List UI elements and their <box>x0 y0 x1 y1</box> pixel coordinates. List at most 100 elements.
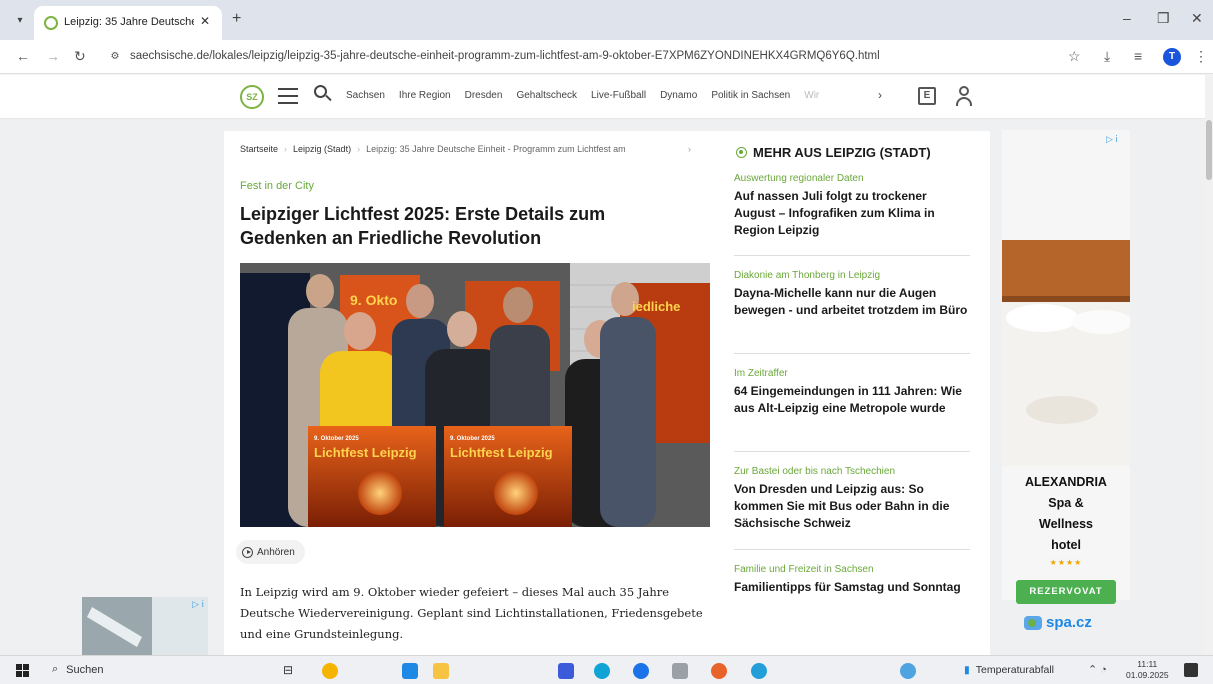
article-hero-image[interactable]: 9. Oktober 2025 Lichtfest Leipzig 9. Okt… <box>240 263 710 527</box>
ad-brand-logo[interactable]: spa.cz <box>1024 614 1092 631</box>
nav-item-dynamo[interactable]: Dynamo <box>660 90 697 101</box>
sidebar-divider <box>734 549 970 550</box>
article-headline: Leipziger Lichtfest 2025: Erste Details … <box>240 204 606 248</box>
poster-date-right: 9. Oktober 2025 <box>450 436 495 442</box>
chrome-icon[interactable] <box>322 663 338 679</box>
nav-item-politik[interactable]: Politik in Sachsen <box>711 90 790 101</box>
nav-item-gehaltscheck[interactable]: Gehaltscheck <box>516 90 577 101</box>
close-window-icon[interactable]: ✕ <box>1191 10 1203 27</box>
minimize-icon[interactable]: – <box>1123 10 1131 26</box>
nav-item-dresden[interactable]: Dresden <box>465 90 503 101</box>
ad-brand-text: spa.cz <box>1046 614 1092 631</box>
ad-small-photo <box>82 597 208 655</box>
sidebar-item-kicker: Zur Bastei oder bis nach Tschechien <box>734 466 896 477</box>
ad-name-line: Spa & <box>1048 496 1084 510</box>
tray-app-icon[interactable] <box>900 663 916 679</box>
url-field[interactable]: saechsische.de/lokales/leipzig/leipzig-3… <box>130 50 1030 62</box>
user-account-icon[interactable] <box>955 86 973 106</box>
sidebar-item[interactable]: Familie und Freizeit in Sachsen Familien… <box>734 564 970 596</box>
sidebar-item-title[interactable]: 64 Eingemeindungen in 111 Jahren: Wie au… <box>734 383 970 417</box>
ad-book-button[interactable]: REZERVOVAT <box>1016 580 1116 604</box>
address-bar-row: ← → ↻ ⚙ saechsische.de/lokales/leipzig/l… <box>0 40 1213 74</box>
ad-choices-icon[interactable]: ▷ ⅰ <box>1106 134 1118 145</box>
listen-button[interactable]: Anhören <box>236 540 305 564</box>
epaper-icon[interactable]: E <box>918 87 936 105</box>
weather-icon: ▮ <box>964 664 970 676</box>
breadcrumb-current: Leipzig: 35 Jahre Deutsche Einheit - Pro… <box>366 144 626 154</box>
menu-hamburger-icon[interactable] <box>278 88 298 104</box>
firefox-icon[interactable] <box>711 663 727 679</box>
nav-item-sachsen[interactable]: Sachsen <box>346 90 385 101</box>
breadcrumb-section[interactable]: Leipzig (Stadt) <box>293 144 351 154</box>
reading-list-icon[interactable]: ≡ <box>1134 48 1142 64</box>
nav-item-ihre-region[interactable]: Ihre Region <box>399 90 451 101</box>
reload-icon[interactable]: ↻ <box>74 48 86 65</box>
poster-date-left: 9. Oktober 2025 <box>314 436 359 442</box>
article-kicker: Fest in der City <box>240 180 314 192</box>
ad-name-line: hotel <box>1051 538 1081 552</box>
sidebar-item-title[interactable]: Dayna-Michelle kann nur die Augen bewege… <box>734 285 970 319</box>
taskbar-weather[interactable]: ▮ Temperaturabfall <box>964 664 1054 676</box>
tab-close-icon[interactable]: ✕ <box>200 14 210 28</box>
scrollbar-thumb[interactable] <box>1206 120 1212 180</box>
tab-favicon-icon <box>44 16 58 30</box>
site-info-icon[interactable]: ⚙ <box>106 48 124 66</box>
sidebar-item-title[interactable]: Auf nassen Juli folgt zu trockener Augus… <box>734 188 970 239</box>
store-icon[interactable] <box>402 663 418 679</box>
nav-item-wir[interactable]: Wir <box>804 90 819 101</box>
ad-star-rating: ★★★★ <box>1049 558 1083 567</box>
new-tab-button[interactable]: + <box>232 10 241 28</box>
ad-hotel-photo <box>1002 240 1130 466</box>
browser-tab[interactable]: Leipzig: 35 Jahre Deutsche Einh ✕ <box>34 6 222 40</box>
tray-chevron-icon[interactable]: ⌃ ◔ <box>1088 663 1107 676</box>
app-circle-icon[interactable] <box>633 663 649 679</box>
banner-text-right: iedliche <box>632 299 680 314</box>
restore-icon[interactable]: ❐ <box>1157 10 1170 27</box>
sidebar-item[interactable]: Im Zeitraffer 64 Eingemeindungen in 111 … <box>734 368 970 417</box>
article-lead: In Leipzig wird am 9. Oktober wieder gef… <box>240 585 703 641</box>
bookmark-star-icon[interactable]: ☆ <box>1068 48 1081 65</box>
telegram-icon[interactable] <box>751 663 767 679</box>
ad-banner-hotel[interactable]: ▷ ⅰ ALEXANDRIA Spa & Wellness hotel ★★★★… <box>1002 130 1130 631</box>
tab-title: Leipzig: 35 Jahre Deutsche Einh <box>64 16 194 28</box>
banner-text-left: 9. Okto <box>350 292 397 308</box>
taskbar-clock[interactable]: 11:11 01.09.2025 <box>1126 659 1169 681</box>
ad-choices-icon[interactable]: ▷ ⅰ <box>192 599 204 610</box>
nav-scroll-right-icon[interactable]: › <box>878 88 882 102</box>
search-icon[interactable] <box>314 85 332 103</box>
sidebar-divider <box>734 353 970 354</box>
breadcrumb-separator: › <box>357 144 361 154</box>
file-explorer-icon[interactable] <box>433 663 449 679</box>
breadcrumb-expand-icon[interactable]: › <box>688 144 691 154</box>
task-view-icon[interactable]: ⊟ <box>283 663 299 679</box>
sidebar-item[interactable]: Diakonie am Thonberg in Leipzig Dayna-Mi… <box>734 270 970 319</box>
app-grey-icon[interactable] <box>672 663 688 679</box>
sidebar-item-title[interactable]: Von Dresden und Leipzig aus: So kommen S… <box>734 481 970 532</box>
clock-time: 11:11 <box>1137 659 1158 669</box>
tab-search-chevron-icon[interactable]: ▾ <box>10 11 30 31</box>
sidebar-item-kicker: Im Zeitraffer <box>734 368 788 379</box>
edge-icon[interactable] <box>594 663 610 679</box>
notification-icon[interactable] <box>1184 663 1198 677</box>
page-scrollbar[interactable] <box>1205 75 1213 655</box>
app-icon[interactable] <box>558 663 574 679</box>
profile-avatar[interactable]: T <box>1163 48 1181 66</box>
windows-start-icon[interactable] <box>16 664 29 677</box>
back-icon[interactable]: ← <box>16 48 30 64</box>
sidebar-item-title[interactable]: Familientipps für Samstag und Sonntag <box>734 579 970 596</box>
nav-item-live-fussball[interactable]: Live-Fußball <box>591 90 646 101</box>
play-icon <box>242 546 253 558</box>
sidebar-item[interactable]: Zur Bastei oder bis nach Tschechien Von … <box>734 466 970 532</box>
site-logo[interactable]: SZ <box>240 85 264 109</box>
breadcrumb-home[interactable]: Startseite <box>240 144 278 154</box>
sidebar-item-kicker: Diakonie am Thonberg in Leipzig <box>734 270 881 281</box>
ad-name-line: Wellness <box>1039 517 1093 531</box>
browser-menu-icon[interactable]: ⋮ <box>1194 48 1208 65</box>
taskbar-search-icon: ⌕ <box>52 663 59 675</box>
ad-banner-small[interactable]: ▷ ⅰ <box>82 597 208 655</box>
taskbar-search[interactable]: ⌕ Suchen <box>52 663 103 676</box>
sidebar-item[interactable]: Auswertung regionaler Daten Auf nassen J… <box>734 173 970 239</box>
poster-title-right: Lichtfest Leipzig <box>450 445 553 460</box>
download-icon[interactable]: ⤓ <box>1104 48 1110 65</box>
forward-icon[interactable]: → <box>46 48 60 64</box>
